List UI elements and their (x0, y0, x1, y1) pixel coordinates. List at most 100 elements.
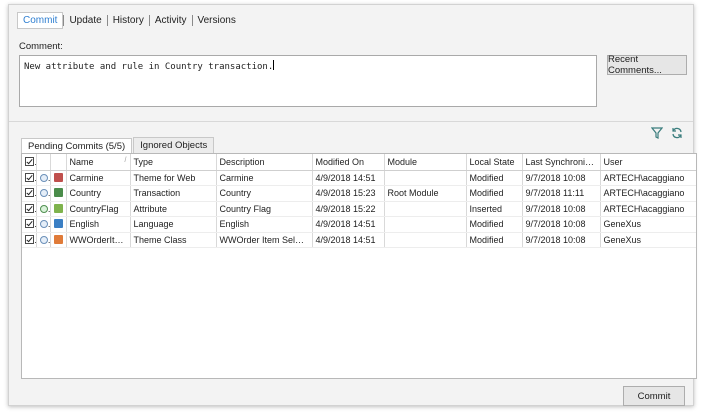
row-checkbox[interactable] (25, 234, 34, 244)
cell-modified-on: 4/9/2018 14:51 (312, 170, 385, 186)
modified-state-icon (39, 173, 48, 182)
tab-commit[interactable]: Commit (17, 11, 64, 29)
cell-description: Country (216, 185, 313, 202)
cell-description: Carmine (216, 170, 313, 186)
inserted-state-icon (39, 204, 48, 213)
cell-last-synchronized: 9/7/2018 10:08 (522, 232, 601, 248)
cell-modified-on: 4/9/2018 14:51 (312, 216, 385, 233)
table-row[interactable]: English Language English 4/9/2018 14:51 Modi… (22, 216, 696, 233)
column-header-name[interactable]: Name / (66, 154, 131, 171)
object-type-icon (53, 188, 63, 198)
cell-modified-on: 4/9/2018 15:22 (312, 201, 385, 217)
recent-comments-button[interactable]: Recent Comments... (607, 54, 687, 76)
cell-local-state: Inserted (466, 201, 523, 217)
cell-type: Attribute (130, 201, 217, 217)
row-checkbox-cell[interactable] (22, 216, 37, 233)
column-header-description[interactable]: Description (216, 154, 313, 171)
object-icon-cell (50, 170, 67, 186)
state-icon-cell (36, 216, 51, 233)
cell-type: Language (130, 216, 217, 233)
column-header-user[interactable]: User (600, 154, 696, 171)
table-row[interactable]: Country Transaction Country 4/9/2018 15:23 R… (22, 185, 696, 202)
cell-last-synchronized: 9/7/2018 10:08 (522, 216, 601, 233)
sort-icon: / (124, 156, 127, 164)
cell-module (384, 216, 467, 233)
row-checkbox[interactable] (25, 188, 34, 198)
cell-local-state: Modified (466, 216, 523, 233)
table-header: Name / Type Description Modified On Modul… (22, 154, 696, 171)
cell-description: Country Flag (216, 201, 313, 217)
state-icon-cell (36, 185, 51, 202)
cell-module (384, 170, 467, 186)
row-checkbox[interactable] (25, 203, 34, 213)
cell-last-synchronized: 9/7/2018 11:11 (522, 185, 601, 202)
object-icon-cell (50, 216, 67, 233)
cell-type: Theme Class (130, 232, 217, 248)
object-type-icon (53, 219, 63, 229)
icon-column-header (50, 154, 67, 171)
row-checkbox-cell[interactable] (22, 232, 37, 248)
tab-history[interactable]: History (106, 14, 149, 26)
cell-user: GeneXus (600, 216, 696, 233)
refresh-icon[interactable] (669, 125, 685, 141)
cell-name: English (66, 216, 131, 233)
object-type-icon (53, 234, 63, 244)
row-checkbox[interactable] (25, 172, 34, 182)
text-caret (273, 60, 275, 70)
cell-local-state: Modified (466, 232, 523, 248)
cell-user: ARTECH\acaggiano (600, 185, 696, 202)
tab-versions[interactable]: Versions (191, 14, 241, 26)
row-checkbox-cell[interactable] (22, 170, 37, 186)
object-icon-cell (50, 185, 67, 202)
cell-description: English (216, 216, 313, 233)
table-row[interactable]: CountryFlag Attribute Country Flag 4/9/2018… (22, 201, 696, 217)
modified-state-icon (39, 220, 48, 229)
state-icon-cell (36, 232, 51, 248)
row-checkbox[interactable] (25, 219, 34, 229)
cell-user: ARTECH\acaggiano (600, 201, 696, 217)
tab-pending-commits[interactable]: Pending Commits (5/5) (21, 138, 133, 154)
pending-commits-table: Name / Type Description Modified On Modul… (22, 154, 696, 248)
object-type-icon (53, 203, 63, 213)
cell-local-state: Modified (466, 185, 523, 202)
object-type-icon (53, 172, 63, 182)
cell-description: WWOrder Item Selected (216, 232, 313, 248)
column-header-modified-on[interactable]: Modified On (312, 154, 385, 171)
cell-name: CountryFlag (66, 201, 131, 217)
state-icon-cell (36, 201, 51, 217)
select-all-checkbox-cell[interactable] (22, 154, 37, 171)
comment-input[interactable]: New attribute and rule in Country transa… (19, 55, 597, 107)
column-header-last-synchronized[interactable]: Last Synchronized (522, 154, 601, 171)
row-checkbox-cell[interactable] (22, 185, 37, 202)
filter-icon[interactable] (649, 125, 665, 141)
table-row[interactable]: Carmine Theme for Web Carmine 4/9/2018 14:5… (22, 170, 696, 186)
section-divider (9, 121, 693, 122)
tab-activity[interactable]: Activity (148, 14, 192, 26)
cell-last-synchronized: 9/7/2018 10:08 (522, 170, 601, 186)
cell-modified-on: 4/9/2018 14:51 (312, 232, 385, 248)
column-header-local-state[interactable]: Local State (466, 154, 523, 171)
select-all-checkbox[interactable] (25, 156, 34, 166)
column-header-type[interactable]: Type (130, 154, 217, 171)
comment-label: Comment: (19, 41, 63, 52)
modified-state-icon (39, 189, 48, 198)
pending-commits-grid: Name / Type Description Modified On Modul… (21, 153, 697, 379)
object-icon-cell (50, 201, 67, 217)
column-header-module[interactable]: Module (384, 154, 467, 171)
table-row[interactable]: WWOrderItem... Theme Class WWOrder Item Se… (22, 232, 696, 248)
state-icon-cell (36, 170, 51, 186)
row-checkbox-cell[interactable] (22, 201, 37, 217)
cell-user: GeneXus (600, 232, 696, 248)
tab-update[interactable]: Update (63, 14, 106, 26)
modified-state-icon (39, 235, 48, 244)
cell-module (384, 201, 467, 217)
cell-type: Theme for Web (130, 170, 217, 186)
commit-button[interactable]: Commit (623, 386, 685, 406)
top-tab-bar: Commit Update History Activity Versions (17, 11, 241, 29)
comment-text: New attribute and rule in Country transa… (24, 62, 274, 72)
cell-local-state: Modified (466, 170, 523, 186)
cell-modified-on: 4/9/2018 15:23 (312, 185, 385, 202)
cell-module (384, 232, 467, 248)
tab-ignored-objects[interactable]: Ignored Objects (133, 137, 215, 153)
object-icon-cell (50, 232, 67, 248)
